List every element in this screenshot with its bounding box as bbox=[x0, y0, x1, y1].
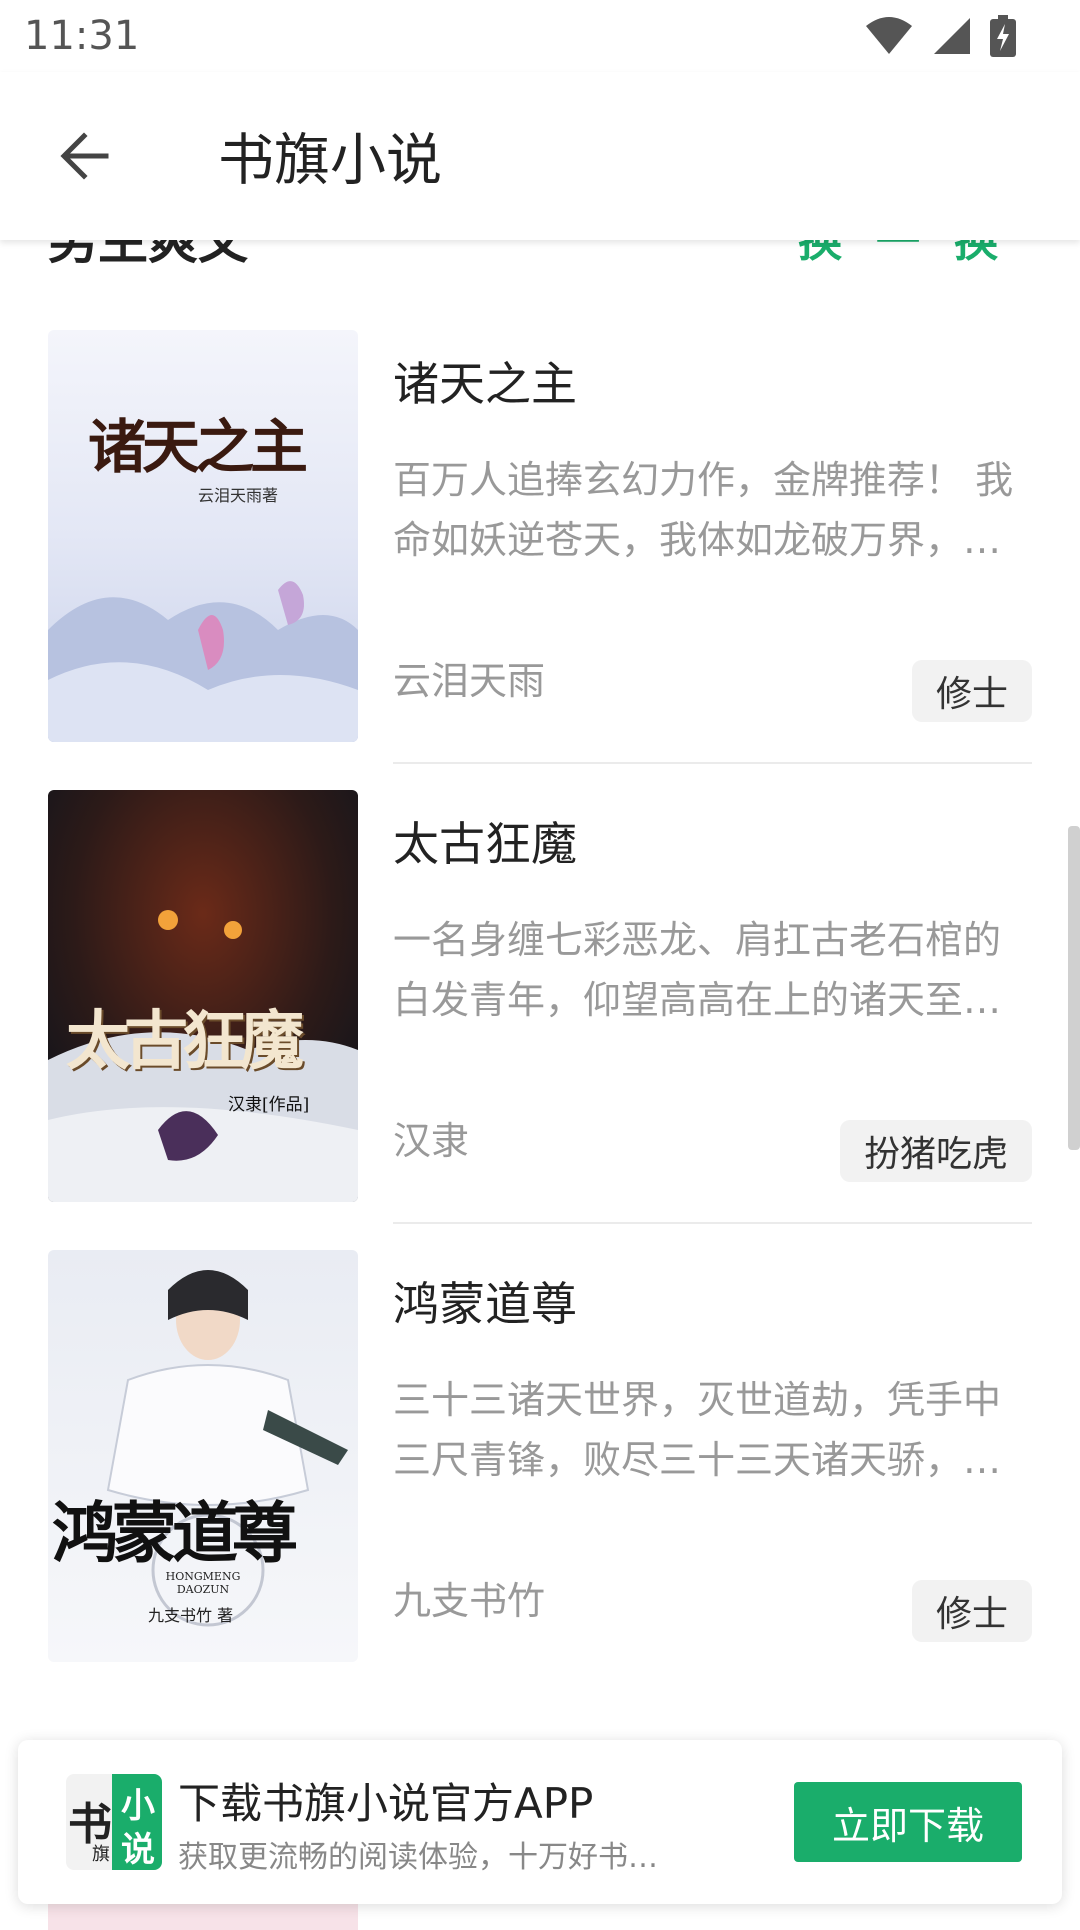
cover-art bbox=[48, 1250, 358, 1662]
cover-author: 云泪天雨著 bbox=[198, 486, 279, 505]
logo-char: 说 bbox=[121, 1830, 155, 1870]
book-cover[interactable]: 鸿蒙道尊 HONGMENG DAOZUN 九支书竹 著 bbox=[48, 1250, 358, 1662]
battery-icon bbox=[990, 15, 1016, 57]
book-info: 诸天之主 百万人追捧玄幻力作，金牌推荐！ 我命如妖逆苍天，我体如龙破万界，… 云… bbox=[393, 330, 1032, 742]
book-description: 三十三诸天世界，灭世道劫，凭手中三尺青锋，败尽三十三天诸天骄，… bbox=[393, 1378, 1002, 1482]
book-cover[interactable]: 诸天之主 云泪天雨著 bbox=[48, 330, 358, 742]
book-info: 鸿蒙道尊 三十三诸天世界，灭世道劫，凭手中三尺青锋，败尽三十三天诸天骄，… 九支… bbox=[393, 1250, 1032, 1662]
app-bar: 书旗小说 bbox=[0, 72, 1080, 240]
status-time: 11:31 bbox=[24, 13, 140, 59]
book-tag[interactable]: 修士 bbox=[911, 660, 1032, 722]
book-author: 汉隶 bbox=[393, 1119, 470, 1163]
book-tag[interactable]: 修士 bbox=[911, 1580, 1032, 1642]
section-title: 男生爽文 bbox=[48, 240, 248, 270]
next-book-cover-peek bbox=[48, 1900, 358, 1930]
book-author: 云泪天雨 bbox=[393, 659, 546, 703]
logo-char: 小 bbox=[121, 1786, 155, 1826]
book-description: 一名身缠七彩恶龙、肩扛古老石棺的白发青年，仰望高高在上的诸天至… bbox=[393, 918, 1002, 1022]
cover-author: 九支书竹 著 bbox=[148, 1606, 234, 1625]
book-description: 百万人追捧玄幻力作，金牌推荐！ 我命如妖逆苍天，我体如龙破万界，… bbox=[393, 458, 1014, 562]
book-tag[interactable]: 扮猪吃虎 bbox=[839, 1120, 1032, 1182]
logo-char: 旗 bbox=[92, 1844, 110, 1865]
signal-icon bbox=[934, 18, 970, 54]
cover-author: 汉隶[作品] bbox=[228, 1095, 310, 1115]
page-title: 书旗小说 bbox=[218, 128, 442, 194]
wifi-icon bbox=[866, 17, 912, 54]
book-item[interactable]: 太古狂魔 汉隶[作品] 太古狂魔 一名身缠七彩恶龙、肩扛古老石棺的白发青年，仰望… bbox=[48, 790, 1032, 1202]
book-info: 太古狂魔 一名身缠七彩恶龙、肩扛古老石棺的白发青年，仰望高高在上的诸天至… 汉隶… bbox=[393, 790, 1032, 1202]
book-cover[interactable]: 太古狂魔 汉隶[作品] bbox=[48, 790, 358, 1202]
arrow-left-icon bbox=[60, 132, 109, 180]
scrollbar[interactable] bbox=[1068, 826, 1080, 1150]
cover-title: 太古狂魔 bbox=[66, 1004, 304, 1079]
section-header: 男生爽文 换一换 bbox=[48, 240, 1032, 272]
cover-art bbox=[48, 330, 358, 742]
divider bbox=[393, 762, 1032, 764]
download-button[interactable]: 立即下载 bbox=[794, 1782, 1022, 1862]
book-item[interactable]: 诸天之主 云泪天雨著 诸天之主 百万人追捧玄幻力作，金牌推荐！ 我命如妖逆苍天，… bbox=[48, 330, 1032, 742]
banner-subtitle: 获取更流畅的阅读体验，十万好书… bbox=[178, 1840, 658, 1875]
cover-pinyin: HONGMENG DAOZUN bbox=[165, 1570, 241, 1596]
refresh-button[interactable]: 换一换 bbox=[798, 240, 1032, 269]
book-title[interactable]: 诸天之主 bbox=[393, 348, 577, 414]
status-bar: 11:31 bbox=[0, 0, 1080, 72]
download-banner[interactable]: 书 旗 小 说 下载书旗小说官方APP 获取更流畅的阅读体验，十万好书… 立即下… bbox=[18, 1740, 1062, 1904]
book-item[interactable]: 鸿蒙道尊 HONGMENG DAOZUN 九支书竹 著 鸿蒙道尊 三十三诸天世界… bbox=[48, 1250, 1032, 1662]
cover-title: 鸿蒙道尊 bbox=[52, 1494, 298, 1572]
book-title[interactable]: 太古狂魔 bbox=[393, 808, 577, 874]
divider bbox=[393, 1222, 1032, 1224]
book-author: 九支书竹 bbox=[393, 1579, 546, 1623]
app-logo: 书 旗 小 说 bbox=[66, 1774, 162, 1870]
banner-title: 下载书旗小说官方APP bbox=[178, 1779, 594, 1828]
content-scroll[interactable]: 男生爽文 换一换 诸天之主 云泪天雨著 诸天之主 百万人追捧玄幻力作，金牌推荐！… bbox=[0, 240, 1080, 1920]
back-button[interactable] bbox=[48, 120, 120, 192]
cover-title: 诸天之主 bbox=[88, 413, 308, 481]
status-icons bbox=[864, 15, 1056, 57]
book-title[interactable]: 鸿蒙道尊 bbox=[393, 1268, 577, 1334]
